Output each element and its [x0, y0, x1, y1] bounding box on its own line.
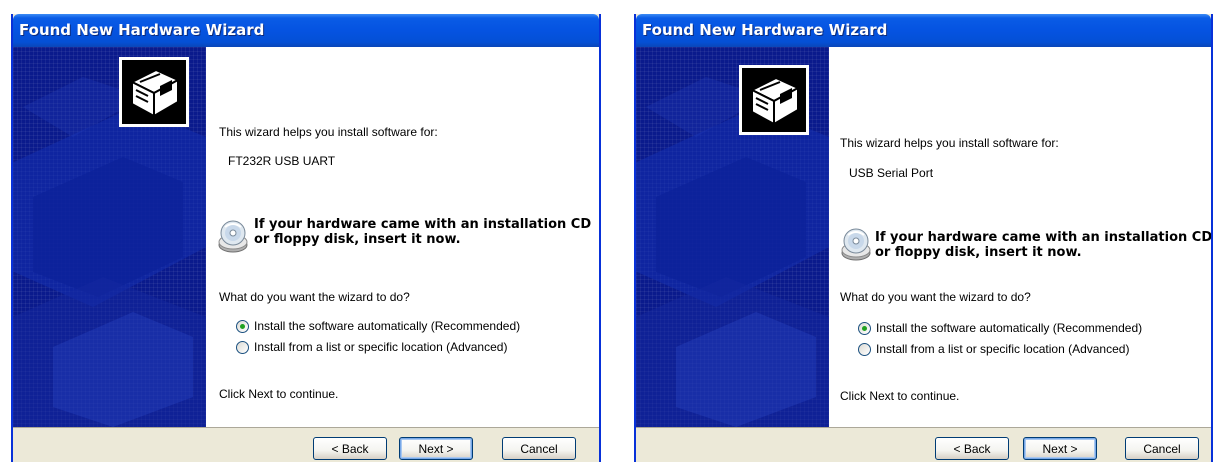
- radio-unselected-icon[interactable]: [858, 342, 871, 356]
- continue-text: Click Next to continue.: [840, 389, 960, 403]
- wizard-content: This wizard helps you install software f…: [829, 47, 1211, 427]
- option-install-from-list-label: Install from a list or specific location…: [876, 342, 1130, 356]
- option-install-from-list[interactable]: Install from a list or specific location…: [236, 340, 507, 354]
- radio-selected-icon[interactable]: [236, 319, 249, 333]
- title-bar[interactable]: Found New Hardware Wizard: [13, 14, 599, 47]
- hardware-icon: [119, 57, 189, 127]
- wizard-content: This wizard helps you install software f…: [206, 47, 599, 427]
- option-install-from-list[interactable]: Install from a list or specific location…: [858, 342, 1129, 356]
- cd-message-line1: If your hardware came with an installati…: [875, 230, 1213, 245]
- option-install-automatically[interactable]: Install the software automatically (Reco…: [236, 319, 520, 333]
- wizard-window-usb-serial: Found New Hardware Wizard This wizard he…: [634, 14, 1213, 462]
- continue-text: Click Next to continue.: [219, 387, 339, 401]
- intro-text: This wizard helps you install software f…: [219, 125, 438, 139]
- button-bar: < Back Next > Cancel: [636, 427, 1211, 462]
- option-install-automatically-label: Install the software automatically (Reco…: [876, 321, 1143, 335]
- next-button[interactable]: Next >: [399, 437, 473, 460]
- option-install-automatically[interactable]: Install the software automatically (Reco…: [858, 321, 1142, 335]
- cancel-button[interactable]: Cancel: [1125, 437, 1199, 460]
- window-title: Found New Hardware Wizard: [19, 21, 265, 39]
- window-title: Found New Hardware Wizard: [642, 21, 888, 39]
- device-name: FT232R USB UART: [228, 154, 336, 168]
- next-button[interactable]: Next >: [1023, 437, 1097, 460]
- title-bar[interactable]: Found New Hardware Wizard: [636, 14, 1211, 47]
- cd-message-line2: or floppy disk, insert it now.: [875, 245, 1082, 260]
- cd-icon: [218, 220, 248, 253]
- radio-unselected-icon[interactable]: [236, 340, 249, 354]
- button-bar: < Back Next > Cancel: [13, 427, 599, 462]
- question-text: What do you want the wizard to do?: [840, 290, 1031, 304]
- cd-message-line2: or floppy disk, insert it now.: [254, 232, 461, 247]
- wizard-side-panel: [13, 47, 206, 427]
- cancel-button[interactable]: Cancel: [502, 437, 576, 460]
- back-button[interactable]: < Back: [935, 437, 1009, 460]
- cd-icon: [841, 228, 871, 261]
- cd-message-line1: If your hardware came with an installati…: [254, 217, 592, 232]
- device-name: USB Serial Port: [849, 166, 934, 180]
- radio-selected-icon[interactable]: [858, 321, 871, 335]
- wizard-window-ft232r: Found New Hardware Wizard This wizard he…: [11, 14, 601, 462]
- intro-text: This wizard helps you install software f…: [840, 136, 1059, 150]
- option-install-automatically-label: Install the software automatically (Reco…: [254, 319, 521, 333]
- option-install-from-list-label: Install from a list or specific location…: [254, 340, 508, 354]
- wizard-side-panel: [636, 47, 829, 427]
- question-text: What do you want the wizard to do?: [219, 290, 410, 304]
- hardware-icon: [739, 65, 809, 135]
- back-button[interactable]: < Back: [313, 437, 387, 460]
